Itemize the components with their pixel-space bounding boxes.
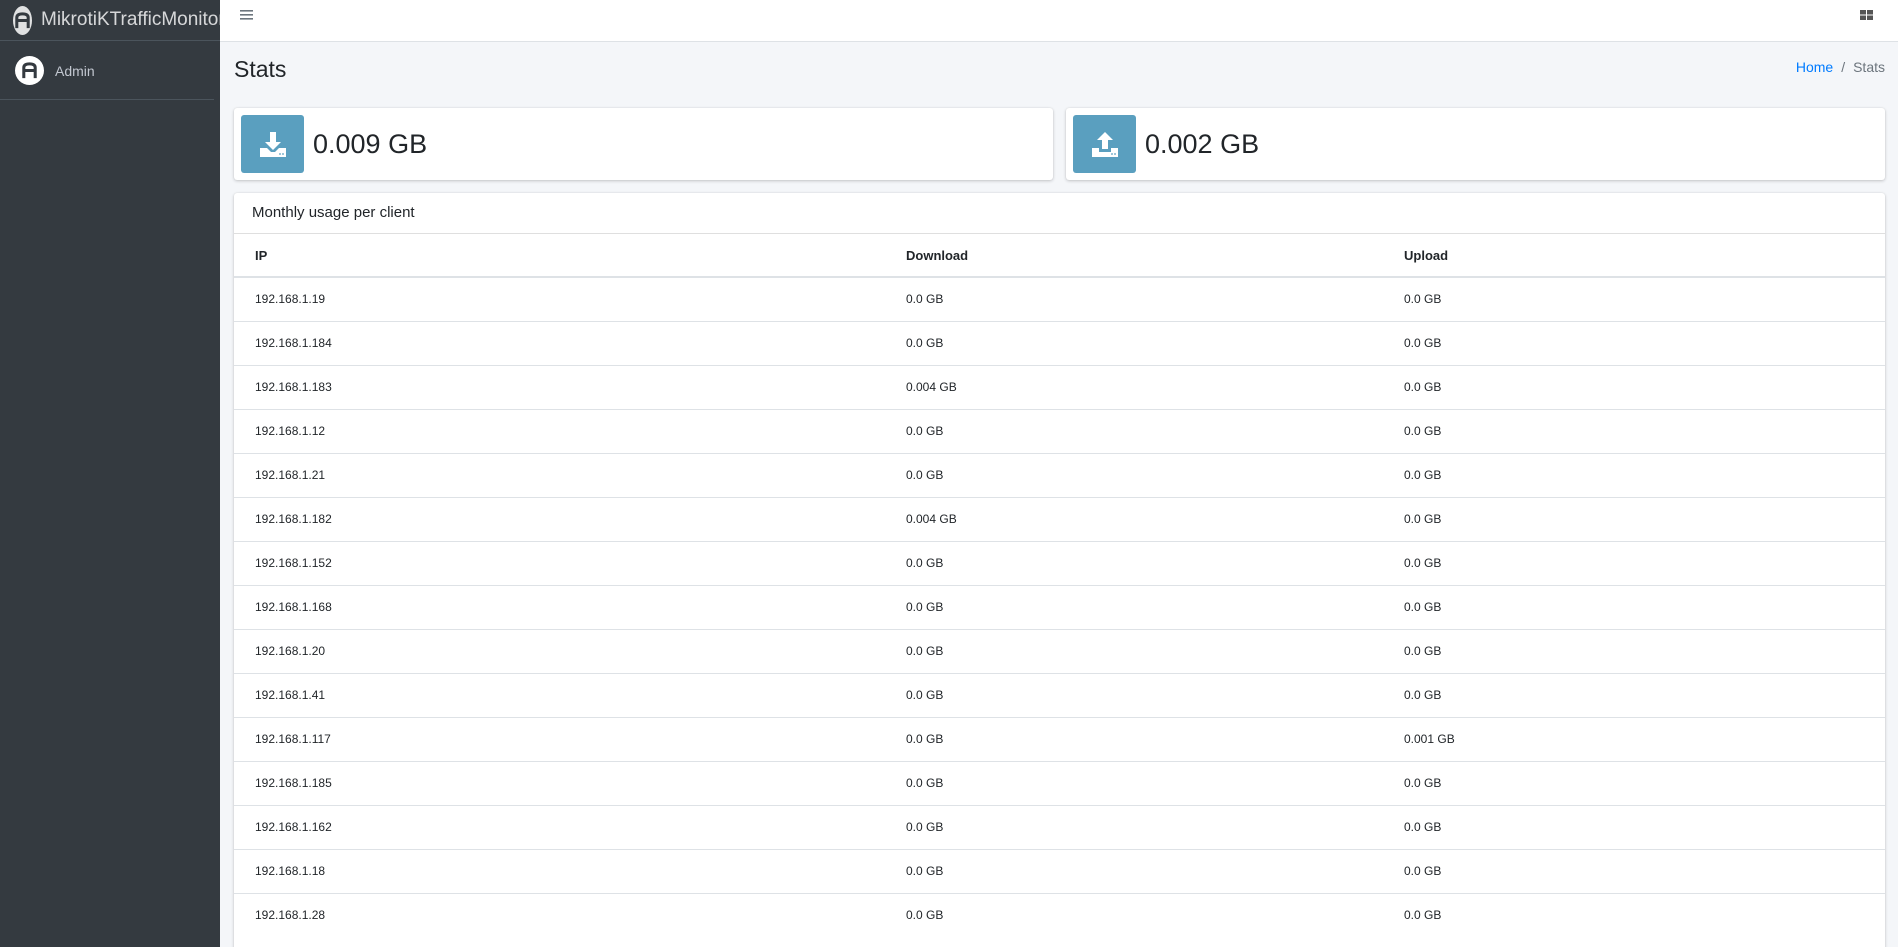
download-total-box: 0.009 GB	[234, 108, 1053, 180]
table-row: 192.168.1.117 0.0 GB 0.001 GB	[234, 716, 1885, 761]
cell-upload: 0.0 GB	[1383, 540, 1885, 585]
download-total-value: 0.009 GB	[313, 128, 428, 159]
cell-ip: 192.168.1.19	[234, 276, 886, 321]
cell-download: 0.0 GB	[886, 408, 1383, 453]
avatar	[15, 56, 44, 85]
totals-row: 0.009 GB 0.002 GB	[234, 108, 1885, 180]
table-row: 192.168.1.20 0.0 GB 0.0 GB	[234, 628, 1885, 673]
table-row: 192.168.1.184 0.0 GB 0.0 GB	[234, 320, 1885, 365]
cell-ip: 192.168.1.152	[234, 540, 886, 585]
usage-table: IP Download Upload 192.168.1.19 0.0 GB 0.0…	[234, 234, 1885, 937]
cell-upload: 0.0 GB	[1383, 452, 1885, 497]
cell-ip: 192.168.1.184	[234, 320, 886, 365]
breadcrumb-current: Stats	[1853, 59, 1885, 75]
cell-ip: 192.168.1.183	[234, 364, 886, 409]
cell-ip: 192.168.1.117	[234, 716, 886, 761]
cell-upload: 0.0 GB	[1383, 760, 1885, 805]
cell-ip: 192.168.1.18	[234, 848, 886, 893]
cell-upload: 0.0 GB	[1383, 320, 1885, 365]
sidebar: MikrotiKTrafficMonitor Admin	[0, 0, 225, 947]
table-row: 192.168.1.28 0.0 GB 0.0 GB	[234, 892, 1885, 937]
main-content: Stats Home / Stats 0.009 GB 0.002 GB Mon…	[220, 42, 1898, 947]
cell-download: 0.0 GB	[886, 804, 1383, 849]
cell-download: 0.0 GB	[886, 892, 1383, 937]
cell-upload: 0.0 GB	[1383, 892, 1885, 937]
upload-total-value: 0.002 GB	[1145, 128, 1260, 159]
table-body: 192.168.1.19 0.0 GB 0.0 GB 192.168.1.184 0.0…	[234, 276, 1885, 937]
table-row: 192.168.1.12 0.0 GB 0.0 GB	[234, 408, 1885, 453]
table-row: 192.168.1.185 0.0 GB 0.0 GB	[234, 760, 1885, 805]
upload-total-box: 0.002 GB	[1066, 108, 1885, 180]
cell-upload: 0.001 GB	[1383, 716, 1885, 761]
cell-ip: 192.168.1.185	[234, 760, 886, 805]
cell-upload: 0.0 GB	[1383, 804, 1885, 849]
cell-upload: 0.0 GB	[1383, 276, 1885, 321]
cell-download: 0.0 GB	[886, 716, 1383, 761]
cell-upload: 0.0 GB	[1383, 848, 1885, 893]
column-header-ip: IP	[234, 234, 886, 278]
table-row: 192.168.1.19 0.0 GB 0.0 GB	[234, 276, 1885, 321]
page-title: Stats	[234, 56, 287, 82]
cell-download: 0.0 GB	[886, 672, 1383, 717]
cell-ip: 192.168.1.12	[234, 408, 886, 453]
cell-upload: 0.0 GB	[1383, 364, 1885, 409]
cell-upload: 0.0 GB	[1383, 672, 1885, 717]
breadcrumb-separator: /	[1841, 59, 1846, 75]
cell-upload: 0.0 GB	[1383, 584, 1885, 629]
cell-download: 0.004 GB	[886, 364, 1383, 409]
card-title: Monthly usage per client	[234, 193, 1885, 234]
cell-ip: 192.168.1.162	[234, 804, 886, 849]
table-header-row: IP Download Upload	[234, 234, 1885, 278]
brand-link[interactable]: MikrotiKTrafficMonitor	[0, 0, 225, 41]
hamburger-icon[interactable]	[240, 8, 258, 26]
breadcrumb: Home / Stats	[1796, 59, 1885, 75]
cell-download: 0.0 GB	[886, 760, 1383, 805]
table-row: 192.168.1.168 0.0 GB 0.0 GB	[234, 584, 1885, 629]
cell-ip: 192.168.1.182	[234, 496, 886, 541]
cell-ip: 192.168.1.28	[234, 892, 886, 937]
cell-upload: 0.0 GB	[1383, 408, 1885, 453]
upload-icon	[1073, 115, 1136, 173]
cell-download: 0.0 GB	[886, 848, 1383, 893]
table-row: 192.168.1.182 0.004 GB 0.0 GB	[234, 496, 1885, 541]
cell-download: 0.0 GB	[886, 320, 1383, 365]
cell-upload: 0.0 GB	[1383, 496, 1885, 541]
usage-card: Monthly usage per client IP Download Upl…	[234, 193, 1885, 947]
brand-logo-icon	[13, 5, 32, 35]
top-navbar	[220, 0, 1898, 42]
table-row: 192.168.1.162 0.0 GB 0.0 GB	[234, 804, 1885, 849]
table-row: 192.168.1.41 0.0 GB 0.0 GB	[234, 672, 1885, 717]
table-row: 192.168.1.183 0.004 GB 0.0 GB	[234, 364, 1885, 409]
cell-download: 0.0 GB	[886, 276, 1383, 321]
cell-ip: 192.168.1.21	[234, 452, 886, 497]
cell-download: 0.0 GB	[886, 584, 1383, 629]
cell-download: 0.0 GB	[886, 540, 1383, 585]
grid-icon[interactable]	[1860, 8, 1878, 26]
breadcrumb-home-link[interactable]: Home	[1796, 59, 1833, 75]
cell-ip: 192.168.1.41	[234, 672, 886, 717]
brand-title: MikrotiKTrafficMonitor	[41, 9, 225, 30]
content-header: Stats Home / Stats	[234, 42, 1885, 107]
cell-download: 0.0 GB	[886, 628, 1383, 673]
user-name[interactable]: Admin	[55, 63, 95, 79]
cell-upload: 0.0 GB	[1383, 628, 1885, 673]
download-icon	[241, 115, 304, 173]
column-header-download: Download	[886, 234, 1383, 278]
table-row: 192.168.1.18 0.0 GB 0.0 GB	[234, 848, 1885, 893]
table-row: 192.168.1.21 0.0 GB 0.0 GB	[234, 452, 1885, 497]
cell-ip: 192.168.1.168	[234, 584, 886, 629]
cell-download: 0.0 GB	[886, 452, 1383, 497]
cell-download: 0.004 GB	[886, 496, 1383, 541]
user-panel[interactable]: Admin	[0, 41, 214, 100]
table-row: 192.168.1.152 0.0 GB 0.0 GB	[234, 540, 1885, 585]
column-header-upload: Upload	[1383, 234, 1885, 278]
cell-ip: 192.168.1.20	[234, 628, 886, 673]
